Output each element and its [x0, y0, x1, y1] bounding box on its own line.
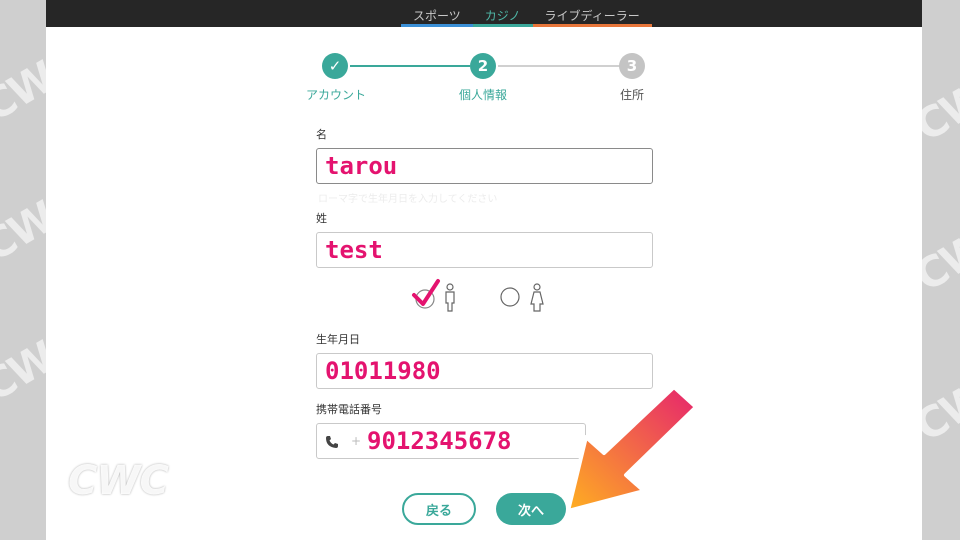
last-name-label: 姓 — [316, 212, 327, 225]
step-3-circle: 3 — [619, 53, 645, 79]
nav-casino[interactable]: カジノ — [472, 0, 533, 27]
last-name-value: test — [325, 236, 383, 264]
logo-club-text: WINNER'S CLUB — [70, 504, 172, 518]
watermark-right: CWC CWC CWC — [922, 0, 960, 540]
female-radio-icon — [500, 283, 544, 312]
stepper-line-done — [350, 65, 470, 67]
phone-label: 携帯電話番号 — [316, 403, 382, 416]
gender-female-option[interactable] — [498, 277, 558, 317]
step-3-label: 住所 — [619, 88, 644, 102]
top-nav-bar: スポーツ カジノ ライブディーラー — [46, 0, 922, 27]
watermark-text: CWC — [922, 357, 960, 452]
last-name-input[interactable]: test — [316, 232, 653, 268]
watermark-text: CWC — [922, 57, 960, 152]
birthdate-label: 生年月日 — [316, 333, 360, 346]
phone-input[interactable]: + 9012345678 — [316, 423, 586, 459]
birthdate-value: 01011980 — [325, 357, 441, 385]
watermark-text: CWC — [0, 317, 46, 412]
step-2-circle: 2 — [470, 53, 496, 79]
watermark-text: CWC — [0, 37, 46, 132]
phone-prefix: + — [351, 434, 362, 448]
step-1-label: アカウント — [305, 88, 366, 102]
stepper-line-pending — [498, 65, 620, 67]
phone-icon — [326, 436, 338, 448]
watermark-text: CWC — [0, 177, 46, 272]
first-name-value: tarou — [325, 152, 398, 180]
step-2-label: 個人情報 — [458, 88, 507, 102]
cwc-logo: CASINO CWC WINNER'S CLUB — [64, 448, 194, 520]
first-name-hint: ローマ字で生年月日を入力してください — [318, 194, 498, 205]
birthdate-input[interactable]: 01011980 — [316, 353, 653, 389]
watermark-text: CWC — [922, 207, 960, 302]
category-nav: スポーツ カジノ ライブディーラー — [401, 0, 652, 27]
watermark-left: CWC CWC CWC — [0, 0, 46, 540]
logo-brand-text: CWC — [68, 458, 169, 504]
nav-live-dealer[interactable]: ライブディーラー — [532, 0, 652, 27]
nav-sports[interactable]: スポーツ — [401, 0, 473, 27]
pointer-arrow-icon — [566, 387, 698, 513]
phone-value: 9012345678 — [367, 427, 512, 455]
first-name-input[interactable]: tarou — [316, 148, 653, 184]
back-button[interactable]: 戻る — [402, 493, 476, 525]
step-1-check-icon: ✓ — [322, 53, 348, 79]
gender-male-option[interactable] — [410, 277, 490, 317]
first-name-label: 名 — [316, 128, 327, 141]
male-radio-checked-icon — [412, 279, 455, 312]
